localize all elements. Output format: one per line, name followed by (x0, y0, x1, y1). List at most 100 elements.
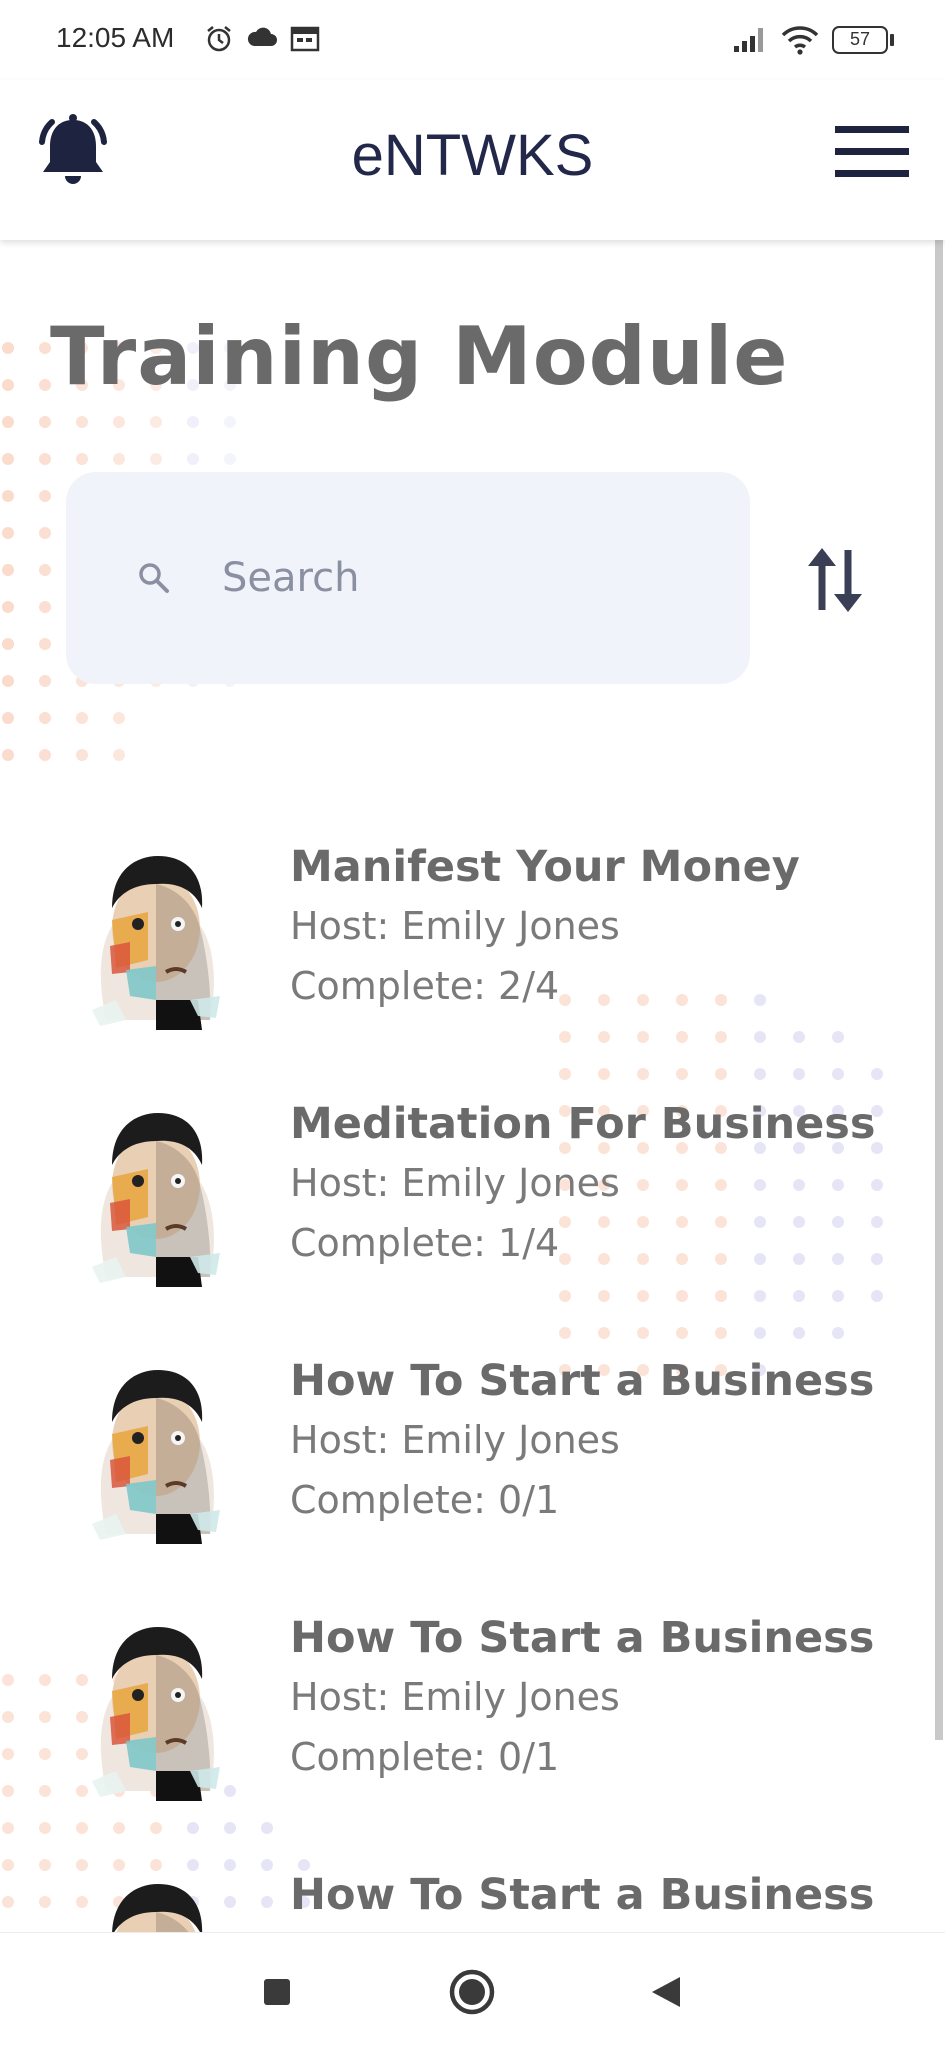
search-input[interactable] (222, 546, 702, 610)
decorative-dot (39, 638, 51, 650)
decorative-dot (2, 675, 14, 687)
recents-square-icon[interactable] (246, 1961, 306, 2021)
cloud-icon (247, 27, 277, 46)
decorative-dot (113, 416, 125, 428)
decorative-dot (637, 1068, 649, 1080)
decorative-dot (2, 379, 14, 391)
module-progress: Complete: 0/1 (290, 1735, 560, 1779)
decorative-dot (754, 1068, 766, 1080)
status-time: 12:05 AM (56, 22, 175, 53)
decorative-dot (676, 1327, 688, 1339)
decorative-dot (39, 416, 51, 428)
decorative-dot (2, 342, 14, 354)
decorative-dot (150, 1822, 162, 1834)
decorative-dot (39, 675, 51, 687)
decorative-dot (113, 712, 125, 724)
decorative-dot (2, 638, 14, 650)
list-item[interactable]: Manifest Your Money Host: Emily Jones Comp… (0, 840, 945, 1040)
decorative-dot (39, 1822, 51, 1834)
decorative-dot (754, 1327, 766, 1339)
module-title: How To Start a Business (290, 1613, 875, 1663)
scrollbar[interactable] (935, 240, 943, 1740)
decorative-dot (76, 416, 88, 428)
status-bar: 12:05 AM 57 (0, 0, 945, 80)
decorative-dot (39, 490, 51, 502)
decorative-dot (187, 1822, 199, 1834)
decorative-dot (676, 1068, 688, 1080)
decorative-dot (2, 601, 14, 613)
list-item[interactable]: Meditation For Business Host: Emily Jones… (0, 1097, 945, 1297)
decorative-dot (150, 416, 162, 428)
module-title: How To Start a Business (290, 1870, 875, 1920)
module-host: Host: Emily Jones (290, 904, 620, 948)
decorative-dot (39, 453, 51, 465)
list-item[interactable]: How To Start a Business (0, 1868, 945, 1932)
decorative-dot (39, 712, 51, 724)
decorative-dot (261, 1822, 273, 1834)
decorative-dot (39, 601, 51, 613)
decorative-dot (2, 453, 14, 465)
decorative-dot (76, 712, 88, 724)
module-title: How To Start a Business (290, 1356, 875, 1406)
module-host: Host: Emily Jones (290, 1675, 620, 1719)
decorative-dot (2, 749, 14, 761)
page-title: Training Module (50, 310, 789, 403)
module-host: Host: Emily Jones (290, 1418, 620, 1462)
decorative-dot (39, 564, 51, 576)
decorative-dot (598, 1327, 610, 1339)
decorative-dot (2, 1822, 14, 1834)
battery-tip (890, 34, 894, 46)
decorative-dot (76, 1822, 88, 1834)
home-circle-icon[interactable] (442, 1961, 502, 2021)
app-bar: eNTWKS (0, 80, 945, 240)
wifi-icon (781, 26, 819, 55)
decorative-dot (793, 1327, 805, 1339)
content-area: Training Module Manifest Your Money Host:… (0, 240, 945, 1932)
decorative-dot (871, 1068, 883, 1080)
decorative-dot (2, 527, 14, 539)
decorative-dot (715, 1327, 727, 1339)
module-progress: Complete: 0/1 (290, 1478, 560, 1522)
search-bar[interactable] (66, 472, 750, 684)
search-icon (139, 563, 169, 593)
list-item[interactable]: How To Start a Business Host: Emily Jones… (0, 1611, 945, 1811)
decorative-dot (39, 527, 51, 539)
decorative-dot (76, 749, 88, 761)
host-avatar (112, 1884, 203, 1932)
decorative-dot (187, 416, 199, 428)
battery-icon: 57 (832, 26, 888, 54)
decorative-dot (113, 453, 125, 465)
system-nav-bar (0, 1932, 945, 2048)
decorative-dot (224, 416, 236, 428)
decorative-dot (2, 564, 14, 576)
decorative-dot (2, 416, 14, 428)
decorative-dot (637, 1327, 649, 1339)
list-item[interactable]: How To Start a Business Host: Emily Jones… (0, 1354, 945, 1554)
host-avatar (92, 856, 220, 1030)
module-progress: Complete: 2/4 (290, 964, 560, 1008)
decorative-dot (559, 1327, 571, 1339)
sort-arrows-icon[interactable] (800, 540, 870, 620)
decorative-dot (715, 1068, 727, 1080)
module-host: Host: Emily Jones (290, 1161, 620, 1205)
decorative-dot (113, 749, 125, 761)
host-avatar (92, 1113, 220, 1287)
back-triangle-icon[interactable] (636, 1961, 696, 2021)
decorative-dot (113, 1822, 125, 1834)
alarm-icon (207, 26, 231, 52)
decorative-dot (39, 749, 51, 761)
calendar-icon (290, 26, 320, 52)
module-title: Meditation For Business (290, 1099, 876, 1149)
decorative-dot (2, 712, 14, 724)
app-title: eNTWKS (351, 123, 594, 188)
hamburger-menu-icon[interactable] (835, 124, 909, 180)
decorative-dot (224, 1822, 236, 1834)
decorative-dot (2, 490, 14, 502)
decorative-dot (598, 1068, 610, 1080)
decorative-dot (559, 1068, 571, 1080)
decorative-dot (150, 453, 162, 465)
decorative-dot (187, 453, 199, 465)
decorative-dot (793, 1068, 805, 1080)
host-avatar (92, 1370, 220, 1544)
battery-level: 57 (849, 29, 871, 49)
